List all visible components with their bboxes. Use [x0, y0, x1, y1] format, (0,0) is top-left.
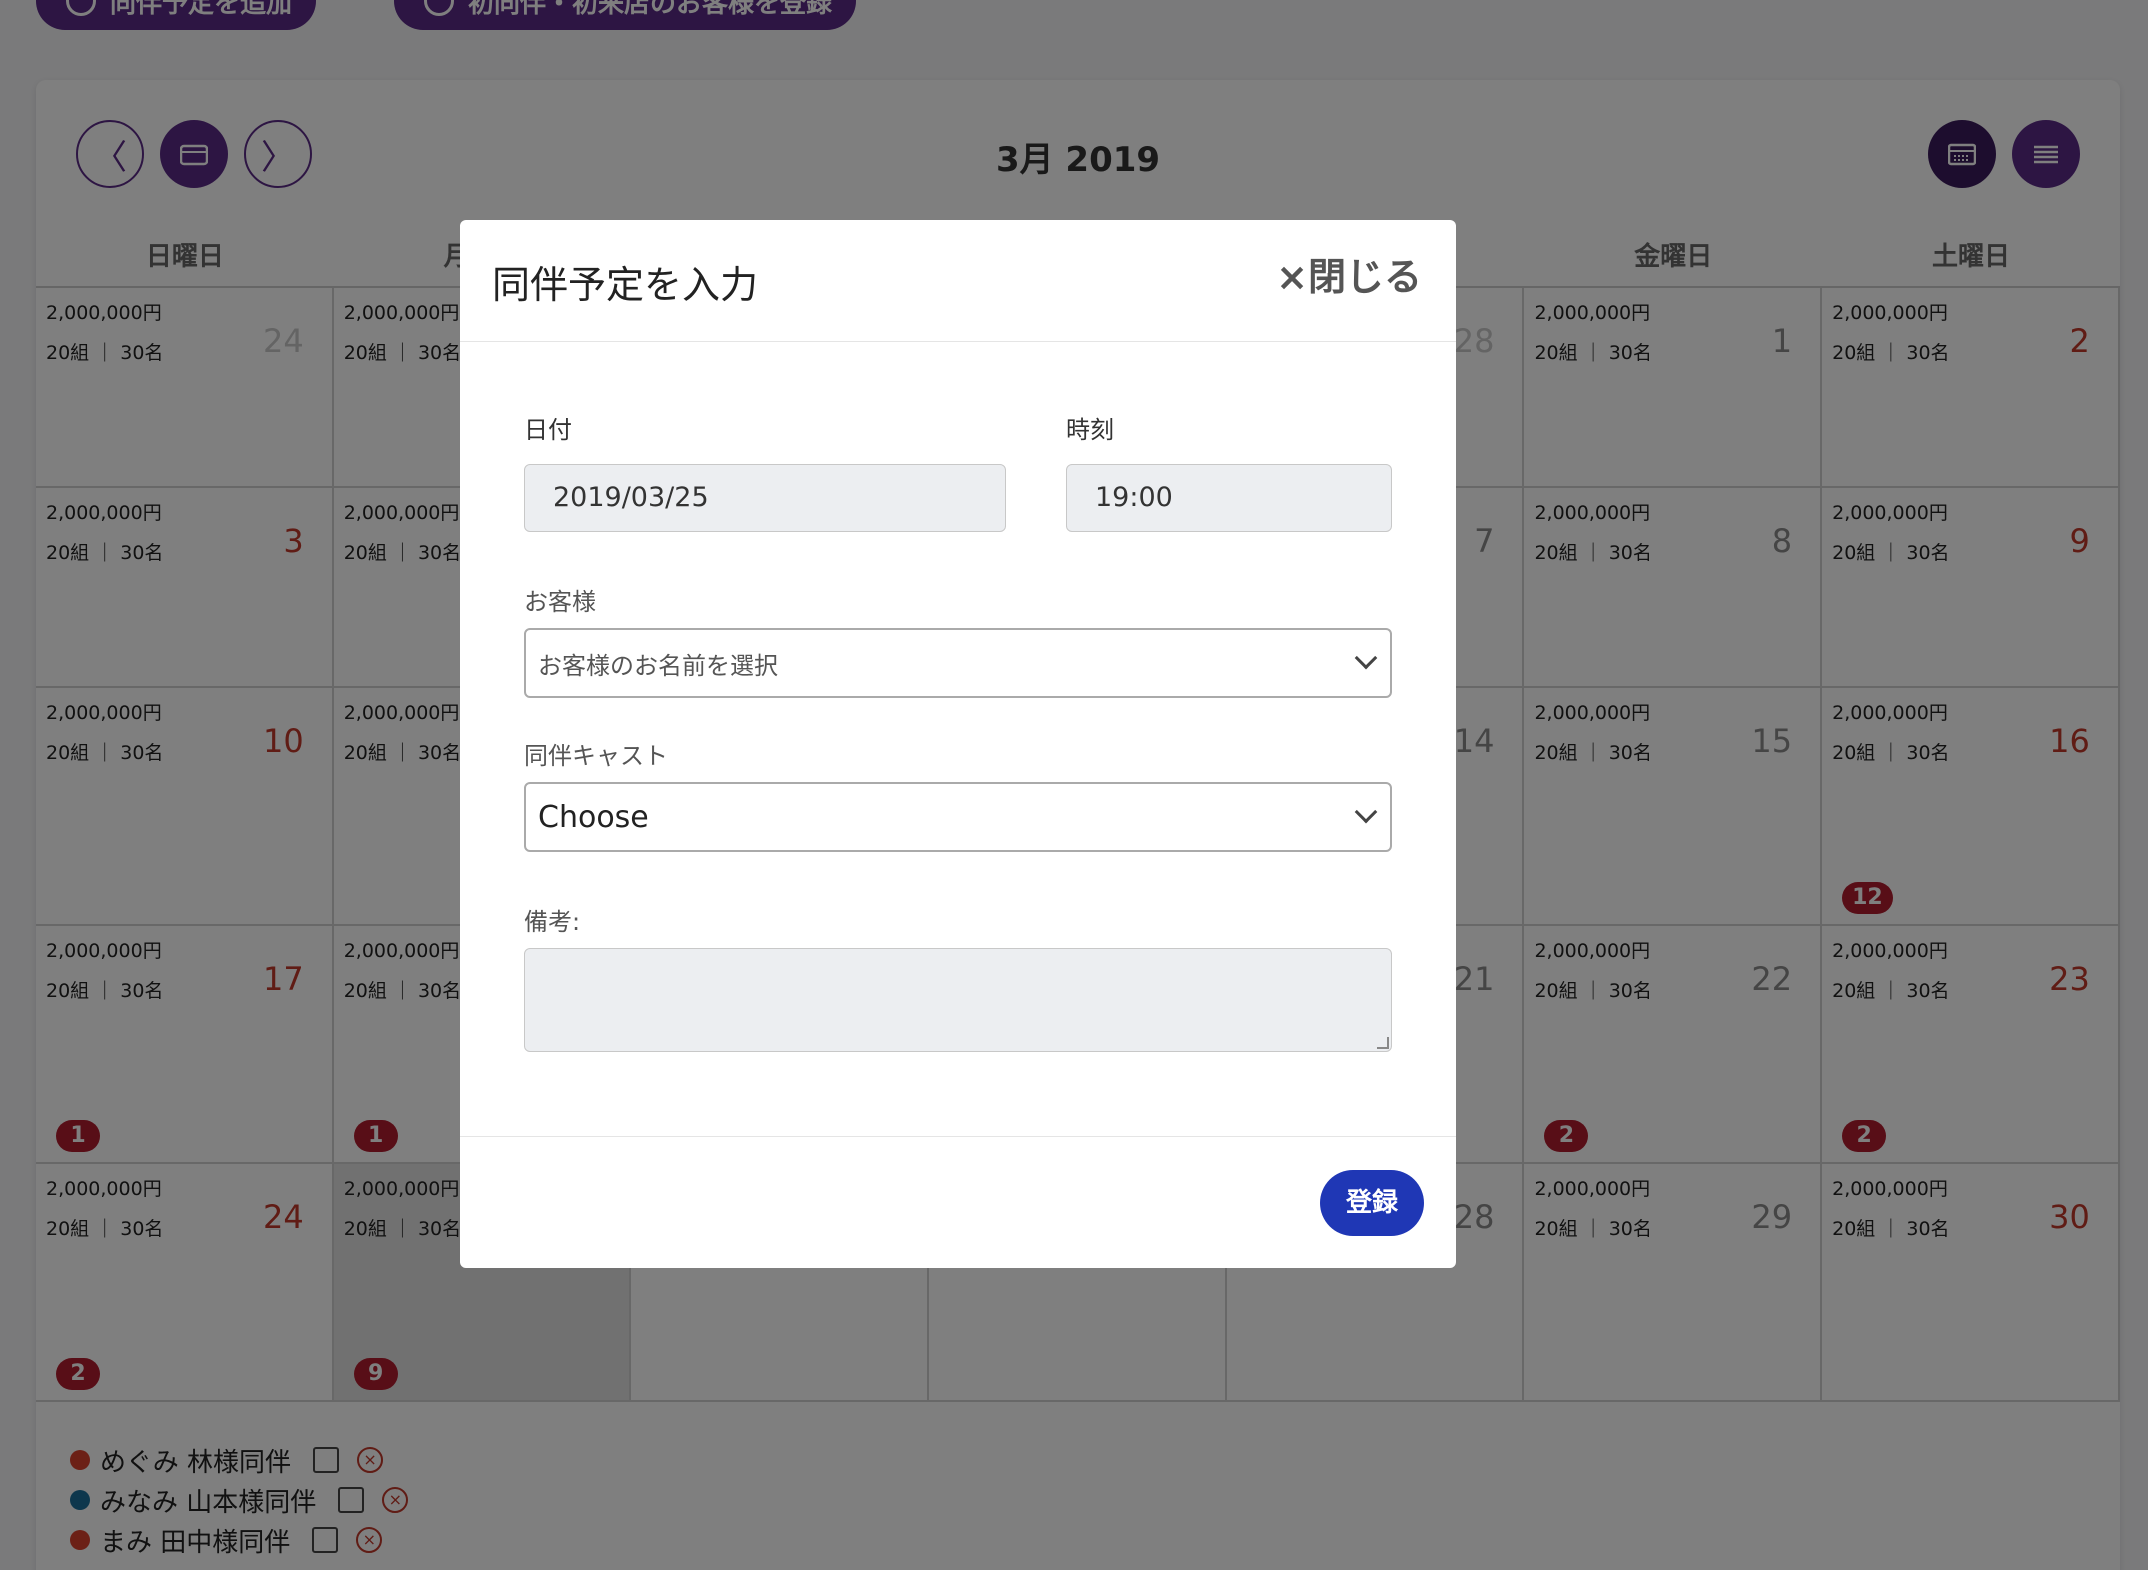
resize-grip-icon[interactable] [1377, 1037, 1389, 1049]
chevron-down-icon [1354, 646, 1378, 670]
customer-select[interactable]: お客様のお名前を選択 [524, 628, 1392, 698]
time-label: 時刻 [1066, 416, 1114, 444]
cast-label: 同伴キャスト [524, 742, 668, 770]
chevron-down-icon [1354, 800, 1378, 824]
date-label: 日付 [524, 416, 572, 444]
customer-select-placeholder: お客様のお名前を選択 [538, 651, 778, 680]
modal-header: 同伴予定を入力 ×閉じる [460, 220, 1456, 342]
customer-label: お客様 [524, 588, 596, 616]
cast-select-value: Choose [538, 799, 649, 835]
cast-select[interactable]: Choose [524, 782, 1392, 852]
modal-footer: 登録 [460, 1136, 1456, 1268]
note-label: 備考: [524, 908, 581, 936]
submit-button[interactable]: 登録 [1320, 1170, 1424, 1236]
close-button[interactable]: ×閉じる [1276, 246, 1422, 301]
note-textarea[interactable] [524, 948, 1392, 1052]
date-field[interactable]: 2019/03/25 [524, 464, 1006, 532]
schedule-modal: 同伴予定を入力 ×閉じる 日付 2019/03/25 時刻 19:00 お客様 … [460, 220, 1456, 1268]
time-field[interactable]: 19:00 [1066, 464, 1392, 532]
modal-title: 同伴予定を入力 [492, 263, 759, 307]
